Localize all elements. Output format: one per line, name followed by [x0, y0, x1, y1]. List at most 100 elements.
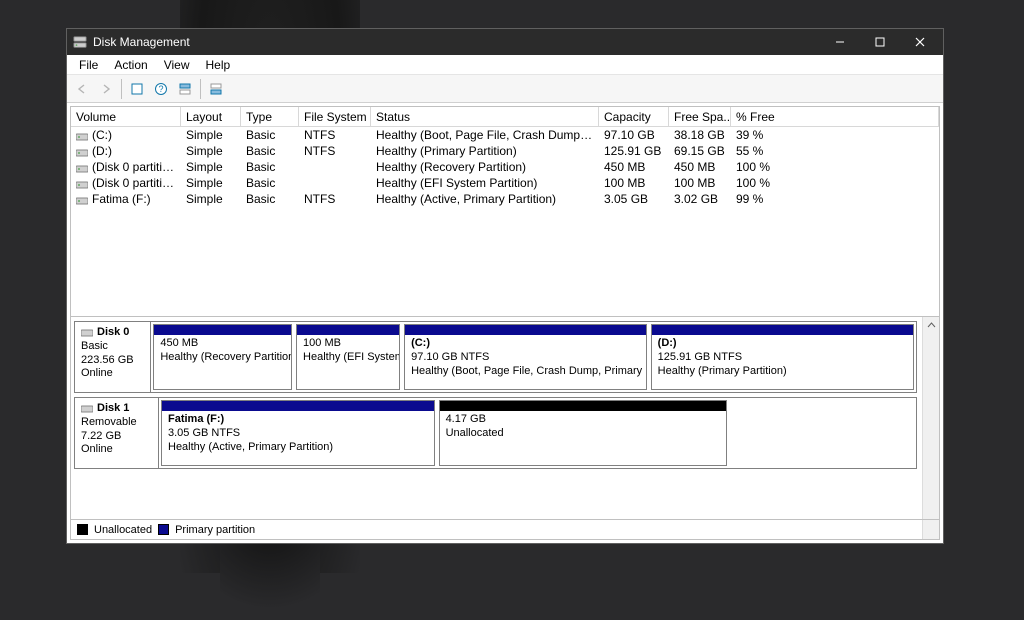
minimize-button[interactable] [823, 29, 863, 55]
volume-filesystem: NTFS [299, 128, 371, 142]
content: Volume Layout Type File System Status Ca… [70, 106, 940, 540]
column-headers[interactable]: Volume Layout Type File System Status Ca… [71, 107, 939, 127]
header-volume[interactable]: Volume [71, 107, 181, 126]
header-layout[interactable]: Layout [181, 107, 241, 126]
partition[interactable]: Fatima (F:)3.05 GB NTFSHealthy (Active, … [161, 400, 435, 466]
view-top-button[interactable] [174, 78, 196, 100]
partition-status: Healthy (Active, Primary Partition) [168, 441, 333, 453]
window-title: Disk Management [93, 35, 823, 49]
back-button[interactable] [71, 78, 93, 100]
volume-free: 450 MB [669, 160, 731, 174]
maximize-button[interactable] [863, 29, 903, 55]
volume-status: Healthy (Primary Partition) [371, 144, 599, 158]
header-filesystem[interactable]: File System [299, 107, 371, 126]
partition-size: 125.91 GB NTFS [658, 351, 742, 363]
partition-status: Healthy (Recovery Partition) [160, 351, 292, 363]
volume-free: 3.02 GB [669, 192, 731, 206]
volume-row[interactable]: Fatima (F:)SimpleBasicNTFSHealthy (Activ… [71, 191, 939, 207]
menu-view[interactable]: View [156, 56, 198, 74]
volume-pct-free: 100 % [731, 160, 939, 174]
volume-type: Basic [241, 176, 299, 190]
legend-label-unallocated: Unallocated [94, 524, 152, 536]
volume-name: Fatima (F:) [92, 192, 151, 206]
volume-layout: Simple [181, 160, 241, 174]
legend: Unallocated Primary partition [71, 519, 939, 539]
forward-button[interactable] [95, 78, 117, 100]
graphical-view: Disk 0Basic223.56 GBOnline 450 MB Healthy … [71, 317, 939, 539]
volume-capacity: 450 MB [599, 160, 669, 174]
volume-list[interactable]: Volume Layout Type File System Status Ca… [71, 107, 939, 317]
header-free-space[interactable]: Free Spa... [669, 107, 731, 126]
volume-row[interactable]: (C:) SimpleBasicNTFSHealthy (Boot, Page F… [71, 127, 939, 143]
volume-status: Healthy (Active, Primary Partition) [371, 192, 599, 206]
volume-status: Healthy (Boot, Page File, Crash Dump, Pr… [371, 128, 599, 142]
menu-file[interactable]: File [71, 56, 106, 74]
legend-swatch-unallocated [77, 524, 88, 535]
partition-status: Healthy (Primary Partition) [658, 365, 787, 377]
volume-capacity: 97.10 GB [599, 128, 669, 142]
scroll-up-icon[interactable] [923, 317, 939, 334]
header-type[interactable]: Type [241, 107, 299, 126]
volume-layout: Simple [181, 176, 241, 190]
volume-name: (D:) [92, 144, 112, 158]
partition-title: (D:) [658, 337, 677, 349]
volume-pct-free: 55 % [731, 144, 939, 158]
volume-free: 38.18 GB [669, 128, 731, 142]
volume-row[interactable]: (Disk 0 partition 2)SimpleBasic Healthy (… [71, 175, 939, 191]
volume-name: (Disk 0 partition 2) [92, 176, 181, 190]
volume-type: Basic [241, 160, 299, 174]
partition[interactable]: (D:) 125.91 GB NTFS Healthy (Primary Parti… [651, 324, 914, 390]
volume-name: (C:) [92, 128, 112, 142]
partition-size: 4.17 GB [446, 413, 486, 425]
titlebar[interactable]: Disk Management [67, 29, 943, 55]
help-button[interactable]: ? [150, 78, 172, 100]
volume-capacity: 3.05 GB [599, 192, 669, 206]
volume-pct-free: 39 % [731, 128, 939, 142]
disk-management-window: Disk Management File Action View Help ? … [66, 28, 944, 544]
partition-size: 100 MB [303, 337, 341, 349]
volume-free: 69.15 GB [669, 144, 731, 158]
volume-pct-free: 99 % [731, 192, 939, 206]
header-pct-free[interactable]: % Free [731, 107, 939, 126]
volume-capacity: 125.91 GB [599, 144, 669, 158]
menu-help[interactable]: Help [198, 56, 239, 74]
menu-action[interactable]: Action [106, 56, 155, 74]
menubar: File Action View Help [67, 55, 943, 75]
toolbar: ? [67, 75, 943, 103]
partition-size: 450 MB [160, 337, 198, 349]
volume-row[interactable]: (Disk 0 partition 1)SimpleBasic Healthy (… [71, 159, 939, 175]
partition[interactable]: 4.17 GB Unallocated [439, 400, 727, 466]
partition-status: Unallocated [446, 427, 504, 439]
properties-button[interactable] [126, 78, 148, 100]
volume-layout: Simple [181, 144, 241, 158]
disk-info[interactable]: Disk 0Basic223.56 GBOnline [75, 322, 151, 392]
volume-row[interactable]: (D:)SimpleBasicNTFSHealthy (Primary Part… [71, 143, 939, 159]
disk-row: Disk 1Removable7.22 GBOnlineFatima (F:)3… [74, 397, 917, 469]
volume-type: Basic [241, 144, 299, 158]
svg-text:?: ? [158, 84, 163, 94]
volume-pct-free: 100 % [731, 176, 939, 190]
partition[interactable]: 100 MB Healthy (EFI System Partition) [296, 324, 400, 390]
close-button[interactable] [903, 29, 943, 55]
partition-title: Fatima (F:) [168, 413, 224, 425]
disk-info[interactable]: Disk 1Removable7.22 GBOnline [75, 398, 159, 468]
volume-capacity: 100 MB [599, 176, 669, 190]
volume-status: Healthy (EFI System Partition) [371, 176, 599, 190]
partition-status: Healthy (EFI System Partition) [303, 351, 400, 363]
volume-layout: Simple [181, 192, 241, 206]
partition[interactable]: (C:)97.10 GB NTFSHealthy (Boot, Page Fil… [404, 324, 647, 390]
header-status[interactable]: Status [371, 107, 599, 126]
app-icon [73, 35, 87, 49]
volume-status: Healthy (Recovery Partition) [371, 160, 599, 174]
view-bottom-button[interactable] [205, 78, 227, 100]
volume-free: 100 MB [669, 176, 731, 190]
vertical-scrollbar[interactable] [922, 317, 939, 539]
partition[interactable]: 450 MB Healthy (Recovery Partition) [153, 324, 292, 390]
volume-name: (Disk 0 partition 1) [92, 160, 181, 174]
header-capacity[interactable]: Capacity [599, 107, 669, 126]
legend-swatch-primary [158, 524, 169, 535]
volume-layout: Simple [181, 128, 241, 142]
partition-status: Healthy (Boot, Page File, Crash Dump, Pr… [411, 365, 647, 377]
partition-size: 97.10 GB NTFS [411, 351, 489, 363]
volume-type: Basic [241, 128, 299, 142]
